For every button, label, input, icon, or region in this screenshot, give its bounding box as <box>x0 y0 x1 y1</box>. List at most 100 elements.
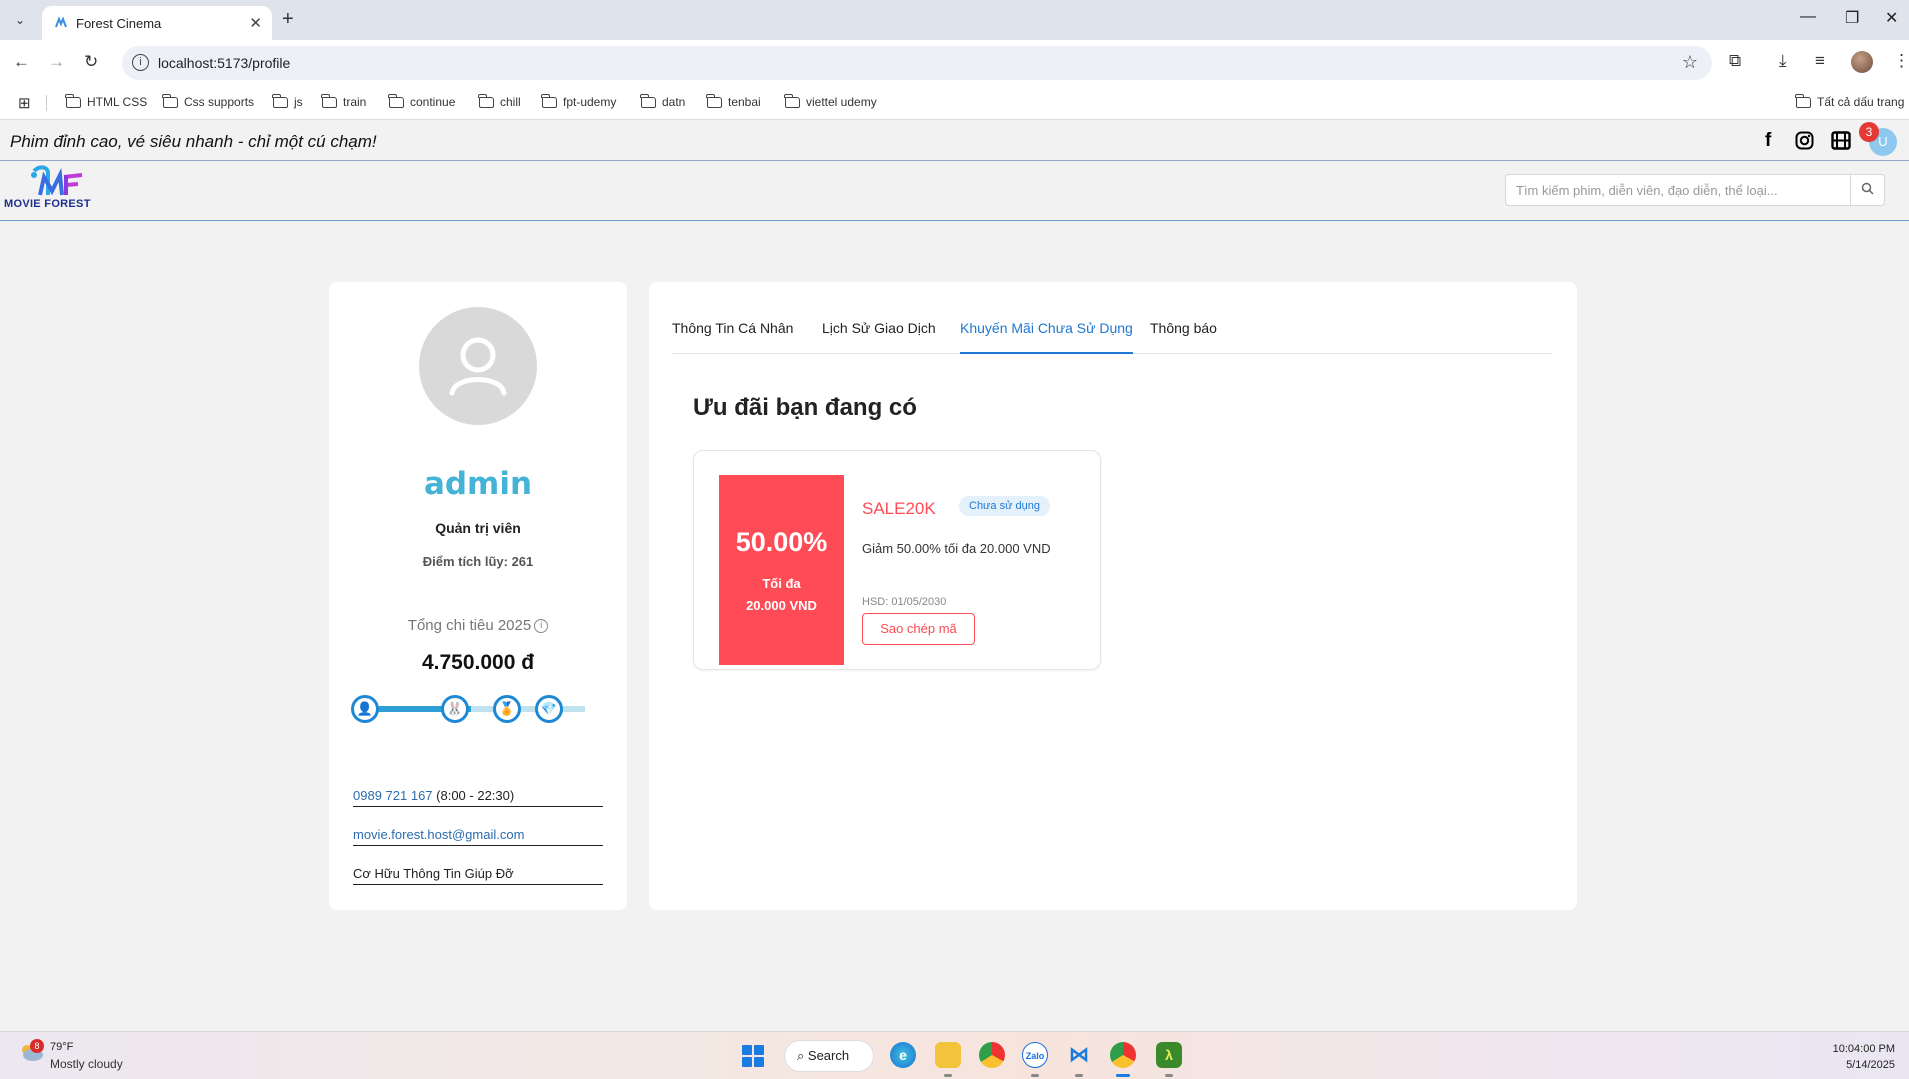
close-window-icon[interactable]: ✕ <box>1885 8 1898 28</box>
tab-list-chevron-icon[interactable]: ⌄ <box>8 8 32 32</box>
profile-avatar[interactable] <box>419 307 537 425</box>
site-info-icon[interactable]: i <box>132 54 149 71</box>
edge-icon[interactable]: e <box>890 1042 916 1068</box>
tab-transaction-history[interactable]: Lịch Sử Giao Dịch <box>822 320 936 354</box>
bookmark-item[interactable]: chill <box>478 93 521 109</box>
running-indicator <box>1075 1074 1083 1077</box>
file-explorer-icon[interactable] <box>935 1042 961 1068</box>
all-bookmarks[interactable]: Tất cả dấu trang <box>1795 93 1904 109</box>
back-icon[interactable]: ← <box>13 52 30 72</box>
coupon-discount-stub: 50.00% Tối đa 20.000 VND <box>719 475 844 665</box>
chrome-profile-icon[interactable] <box>1110 1042 1136 1068</box>
taskbar-search-label: Search <box>807 1048 850 1063</box>
profile-role: Quản trị viên <box>435 520 521 536</box>
more-menu-icon[interactable]: ⋮ <box>1893 51 1909 71</box>
bookmark-item[interactable]: tenbai <box>706 93 761 109</box>
extensions-icon[interactable]: ⧉ <box>1729 51 1741 71</box>
tab-unused-promotions[interactable]: Khuyến Mãi Chưa Sử Dụng <box>960 320 1133 354</box>
user-placeholder-icon <box>449 337 507 396</box>
help-link[interactable]: Cơ Hữu Thông Tin Giúp Đỡ <box>353 866 603 885</box>
omnibox[interactable]: i localhost:5173/profile ☆ <box>122 46 1712 80</box>
notification-badge[interactable]: 3 <box>1859 122 1879 142</box>
vscode-icon[interactable]: ⋈ <box>1066 1042 1092 1068</box>
email-link[interactable]: movie.forest.host@gmail.com <box>353 827 524 842</box>
download-icon[interactable]: ⤓ <box>1779 51 1787 71</box>
profile-card: admin Quản trị viên Điểm tích lũy: 261 T… <box>329 282 627 910</box>
windows-start-icon[interactable] <box>742 1045 764 1067</box>
facebook-icon[interactable]: f <box>1765 130 1771 152</box>
zalo-icon[interactable]: Zalo <box>1022 1042 1048 1068</box>
address-bar-row: ← → ↻ i localhost:5173/profile ☆ ⧉ ⤓ ≡ ⋮ <box>0 40 1909 86</box>
bookmark-item[interactable]: datn <box>640 93 685 109</box>
folder-icon <box>272 93 288 108</box>
folder-icon <box>65 93 81 108</box>
contact-email: movie.forest.host@gmail.com <box>353 827 603 846</box>
gold-tier-icon: 🏅 <box>493 695 521 723</box>
bookmark-item[interactable]: HTML CSS <box>65 93 147 109</box>
search-icon: ⌕ <box>797 1048 805 1063</box>
folder-icon <box>388 93 404 108</box>
search-icon <box>1861 182 1874 195</box>
taskbar-search[interactable]: ⌕ Search <box>784 1040 874 1072</box>
bookmark-item[interactable]: train <box>321 93 366 109</box>
phone-link[interactable]: 0989 721 167 <box>353 788 433 803</box>
film-icon[interactable] <box>1831 131 1851 150</box>
tab-personal-info[interactable]: Thông Tin Cá Nhân <box>672 320 793 354</box>
member-tier-icon: 👤 <box>351 695 379 723</box>
bookmark-star-icon[interactable]: ☆ <box>1682 52 1698 73</box>
app-icon[interactable]: λ <box>1156 1042 1182 1068</box>
coupon-cap: Tối đa 20.000 VND <box>719 573 844 617</box>
logo-text: MOVIE FOREST <box>4 198 91 210</box>
search-button[interactable] <box>1850 175 1884 205</box>
tab-notifications[interactable]: Thông báo <box>1150 320 1217 354</box>
browser-tabbar: ⌄ Forest Cinema ✕ + — ❐ ✕ <box>0 0 1909 40</box>
bookmark-item[interactable]: js <box>272 93 303 109</box>
instagram-icon[interactable] <box>1795 131 1814 150</box>
bookmark-item[interactable]: viettel udemy <box>784 93 877 109</box>
copy-code-button[interactable]: Sao chép mã <box>862 613 975 645</box>
info-icon[interactable]: i <box>534 619 549 634</box>
url-text[interactable]: localhost:5173/profile <box>158 55 290 71</box>
active-indicator <box>1116 1074 1130 1077</box>
folder-icon <box>541 93 557 108</box>
coupon-expiry: HSD: 01/05/2030 <box>862 596 947 608</box>
restore-icon[interactable]: ❐ <box>1845 8 1859 28</box>
system-clock[interactable]: 10:04:00 PM 5/14/2025 <box>1833 1041 1895 1073</box>
apps-grid-icon[interactable]: ⊞ <box>18 94 31 112</box>
profile-points: Điểm tích lũy: 261 <box>422 554 534 569</box>
spend-label: Tổng chi tiêu 2025 i <box>329 617 627 634</box>
new-tab-icon[interactable]: + <box>282 8 294 31</box>
clock-time: 10:04:00 PM <box>1832 1043 1895 1055</box>
site-navbar: MOVIE FOREST <box>0 161 1909 221</box>
minimize-icon[interactable]: — <box>1800 8 1816 26</box>
diamond-tier-icon: 💎 <box>535 695 563 723</box>
browser-tab[interactable]: Forest Cinema ✕ <box>42 6 272 40</box>
chrome-icon[interactable] <box>979 1042 1005 1068</box>
folder-icon <box>784 93 800 108</box>
running-indicator <box>944 1074 952 1077</box>
site-slogan: Phim đỉnh cao, vé siêu nhanh - chỉ một c… <box>10 132 377 151</box>
search-input[interactable] <box>1506 175 1850 205</box>
coupon-code: SALE20K <box>862 499 936 518</box>
reload-icon[interactable]: ↻ <box>84 52 98 72</box>
movie-forest-logo[interactable] <box>4 163 128 219</box>
folder-icon <box>321 93 337 108</box>
bookmark-item[interactable]: fpt-udemy <box>541 93 616 109</box>
running-indicator <box>1031 1074 1039 1077</box>
spend-label-text: Tổng chi tiêu 2025 <box>407 617 532 634</box>
profile-username: admin <box>423 466 533 502</box>
close-tab-icon[interactable]: ✕ <box>249 14 262 32</box>
running-indicator <box>1165 1074 1173 1077</box>
bookmark-item[interactable]: Css supports <box>162 93 254 109</box>
bookmark-item[interactable]: continue <box>388 93 455 109</box>
bookmarks-bar: ⊞ HTML CSS Css supports js train continu… <box>0 86 1909 120</box>
profile-content-card: Thông Tin Cá Nhân Lịch Sử Giao Dịch Khuy… <box>649 282 1577 910</box>
browser-profile-avatar[interactable] <box>1851 51 1873 73</box>
forward-icon[interactable]: → <box>48 52 65 72</box>
clock-date: 5/14/2025 <box>1846 1059 1895 1071</box>
coupon-card: 50.00% Tối đa 20.000 VND SALE20K Chưa sử… <box>693 450 1101 670</box>
media-control-icon[interactable]: ≡ <box>1815 51 1825 71</box>
folder-icon <box>162 93 178 108</box>
weather-temperature[interactable]: 79°F <box>50 1041 73 1053</box>
weather-description[interactable]: Mostly cloudy <box>50 1057 123 1071</box>
